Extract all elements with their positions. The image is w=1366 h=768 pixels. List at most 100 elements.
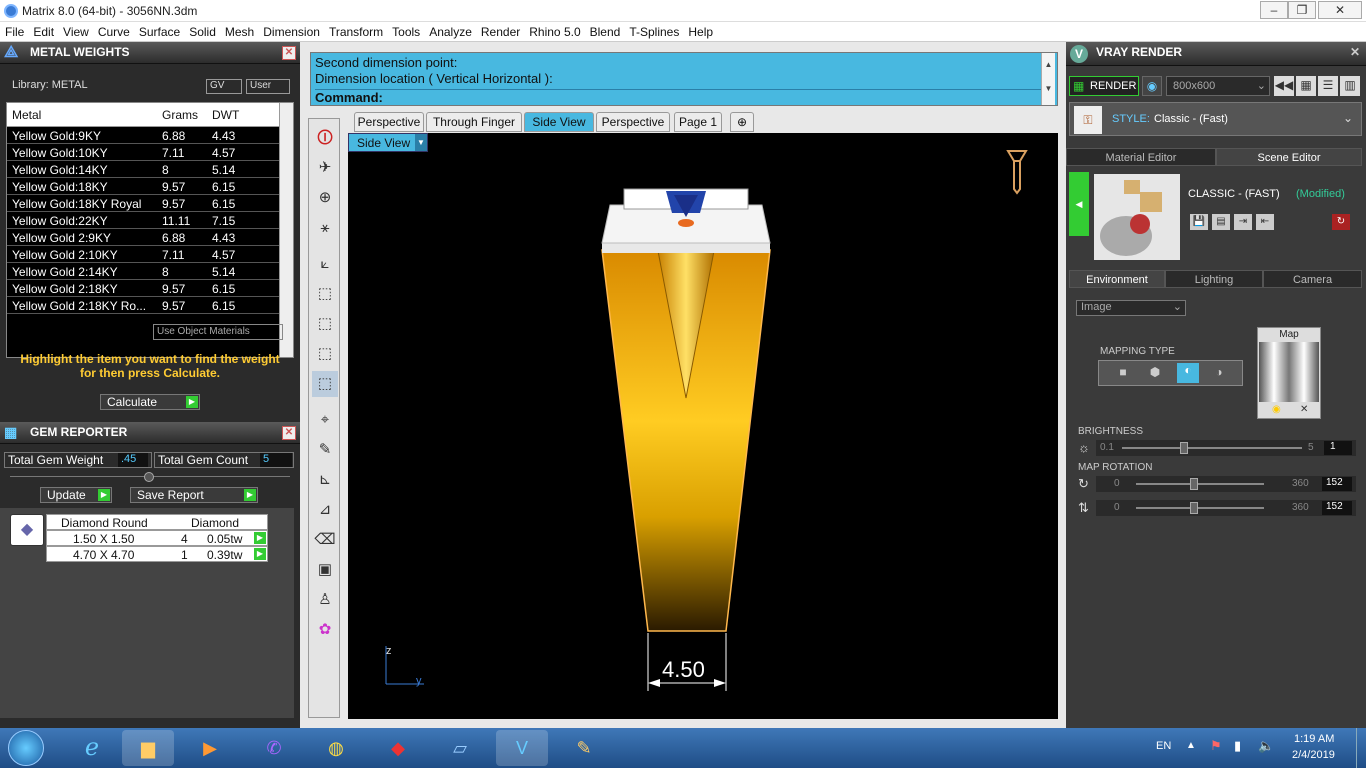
texture-icon[interactable]: ◉ [1272, 404, 1281, 415]
play-icon[interactable]: ▶ [254, 548, 266, 560]
notepad-icon[interactable]: ▱ [434, 730, 486, 766]
eraser-icon[interactable]: ⌫ [312, 527, 338, 553]
tab-lighting[interactable]: Lighting [1165, 270, 1263, 288]
tab-perspective-2[interactable]: Perspective [596, 112, 670, 132]
axis-icon[interactable]: ⟀ [312, 251, 338, 277]
metal-row[interactable]: Yellow Gold 2:9KY 6.88 4.43 [7, 229, 279, 246]
brightness-value[interactable]: 1 [1324, 441, 1352, 455]
metal-row[interactable]: Yellow Gold 2:18KY 9.57 6.15 [7, 280, 279, 297]
cube-icon[interactable]: ⬚ [312, 311, 338, 337]
volume-icon[interactable]: 🔈 [1258, 738, 1274, 754]
menu-tools[interactable]: Tools [387, 22, 424, 39]
metal-scrollbar[interactable] [279, 103, 293, 357]
environment-type-select[interactable]: Image ⌄ [1076, 300, 1186, 316]
col-grams[interactable]: Grams [162, 108, 198, 122]
cube-icon[interactable]: ⬚ [312, 281, 338, 307]
metal-row[interactable]: Yellow Gold 2:14KY 8 5.14 [7, 263, 279, 280]
ruler-off-icon[interactable]: ⊾ [312, 467, 338, 493]
menu-blend[interactable]: Blend [585, 22, 625, 39]
save-report-button[interactable]: Save Report ▶ [130, 487, 258, 503]
resolution-select[interactable]: 800x600 ⌄ [1166, 76, 1270, 96]
remove-map-icon[interactable]: ✕ [1300, 404, 1308, 415]
paint-icon[interactable]: ✎ [558, 730, 610, 766]
stop-icon[interactable]: ⏼ [312, 125, 338, 151]
frame-buffer-icon[interactable]: ▦ [1296, 76, 1316, 96]
gear-icon[interactable]: ✿ [312, 617, 338, 643]
menu-rhino[interactable]: Rhino 5.0 [524, 22, 584, 39]
cube-icon[interactable]: ⬚ [312, 371, 338, 397]
chrome-icon[interactable]: ◍ [310, 730, 362, 766]
metal-row[interactable]: Yellow Gold:10KY 7.11 4.57 [7, 144, 279, 161]
cube-icon[interactable]: ⬚ [312, 341, 338, 367]
add-tab-icon[interactable]: ⊕ [730, 112, 754, 132]
metal-row[interactable]: Yellow Gold 2:10KY 7.11 4.57 [7, 246, 279, 263]
menu-mesh[interactable]: Mesh [220, 22, 258, 39]
update-button[interactable]: Update ▶ [40, 487, 112, 503]
save-as-icon[interactable]: ▤ [1212, 214, 1230, 230]
tab-page-1[interactable]: Page 1 [674, 112, 722, 132]
menu-dimension[interactable]: Dimension [258, 22, 324, 39]
menu-render[interactable]: Render [476, 22, 524, 39]
globe-icon[interactable]: ⊕ [312, 185, 338, 211]
user-toggle[interactable]: User [246, 79, 290, 94]
matrix-app-icon[interactable]: V [496, 730, 548, 766]
tab-material-editor[interactable]: Material Editor [1066, 148, 1216, 166]
command-scrollbar[interactable]: ▲ ▼ [1041, 53, 1055, 105]
gem-row[interactable]: 1.50 X 1.50 4 0.05tw ▶ [46, 530, 268, 546]
grid-icon[interactable]: ▥ [1340, 76, 1360, 96]
rotation-v-slider[interactable]: 0 360 152 [1096, 500, 1356, 516]
style-select[interactable]: ⚿ STYLE: Classic - (Fast) ⌄ [1069, 102, 1362, 136]
clock-date[interactable]: 2/4/2019 [1292, 749, 1335, 761]
tab-side-view[interactable]: Side View [524, 112, 594, 132]
save-icon[interactable]: 💾 [1190, 214, 1208, 230]
clock-time[interactable]: 1:19 AM [1294, 733, 1334, 745]
menu-help[interactable]: Help [683, 22, 717, 39]
globe-icon[interactable]: ◉ [1142, 76, 1162, 96]
language-indicator[interactable]: EN [1156, 740, 1171, 752]
slider-knob[interactable] [1189, 478, 1198, 490]
close-button[interactable]: ✕ [1318, 1, 1362, 19]
rewind-icon[interactable]: ◀◀ [1274, 76, 1294, 96]
use-object-materials-checkbox[interactable]: Use Object Materials [153, 324, 283, 340]
network-icon[interactable]: ▮ [1234, 738, 1241, 754]
menu-surface[interactable]: Surface [134, 22, 184, 39]
close-icon[interactable]: ✕ [282, 426, 296, 440]
slider-knob[interactable] [1189, 502, 1198, 514]
menu-solid[interactable]: Solid [184, 22, 220, 39]
col-dwt[interactable]: DWT [212, 108, 239, 122]
start-button[interactable] [8, 730, 44, 766]
gem-row[interactable]: 4.70 X 4.70 1 0.39tw ▶ [46, 546, 268, 562]
collapse-icon[interactable]: ◀ [1069, 172, 1089, 236]
splitter-handle[interactable] [144, 472, 154, 482]
sphere-icon[interactable]: ◐ [1177, 363, 1199, 383]
ruler-r-icon[interactable]: ⊿ [312, 497, 338, 523]
gv-toggle[interactable]: GV [206, 79, 242, 94]
menu-transform[interactable]: Transform [324, 22, 387, 39]
tab-through-finger[interactable]: Through Finger [426, 112, 522, 132]
metal-row[interactable]: Yellow Gold:18KY 9.57 6.15 [7, 178, 279, 195]
menu-edit[interactable]: Edit [28, 22, 58, 39]
calculate-button[interactable]: Calculate ▶ [100, 394, 200, 410]
metal-row[interactable]: Yellow Gold:18KY Royal 9.57 6.15 [7, 195, 279, 212]
metal-row[interactable]: Yellow Gold:14KY 8 5.14 [7, 161, 279, 178]
menu-curve[interactable]: Curve [93, 22, 134, 39]
nodes-icon[interactable]: ⚹ [312, 215, 338, 241]
media-player-icon[interactable]: ▶ [184, 730, 236, 766]
tab-camera[interactable]: Camera [1263, 270, 1362, 288]
plane-icon[interactable]: ✈ [312, 155, 338, 181]
planar-icon[interactable]: ■ [1115, 365, 1131, 381]
brightness-slider[interactable]: 0.1 5 1 [1096, 440, 1356, 456]
list-icon[interactable]: ☰ [1318, 76, 1338, 96]
map-slot[interactable]: Map ◉ ✕ [1257, 327, 1321, 419]
figure-icon[interactable]: ♙ [312, 587, 338, 613]
maximize-button[interactable]: ❐ [1288, 1, 1316, 19]
tray-arrow-icon[interactable]: ▲ [1186, 740, 1196, 751]
viewport[interactable]: Side View ▼ 4.50 z y [348, 133, 1058, 719]
h-box-icon[interactable]: ▣ [312, 557, 338, 583]
metal-row[interactable]: Yellow Gold 2:18KY Ro... 9.57 6.15 [7, 297, 279, 314]
menu-file[interactable]: File [0, 22, 28, 39]
rotation-h-slider[interactable]: 0 360 152 [1096, 476, 1356, 492]
close-icon[interactable]: ✕ [282, 46, 296, 60]
col-metal[interactable]: Metal [12, 108, 41, 122]
folder-icon[interactable]: ▆ [122, 730, 174, 766]
